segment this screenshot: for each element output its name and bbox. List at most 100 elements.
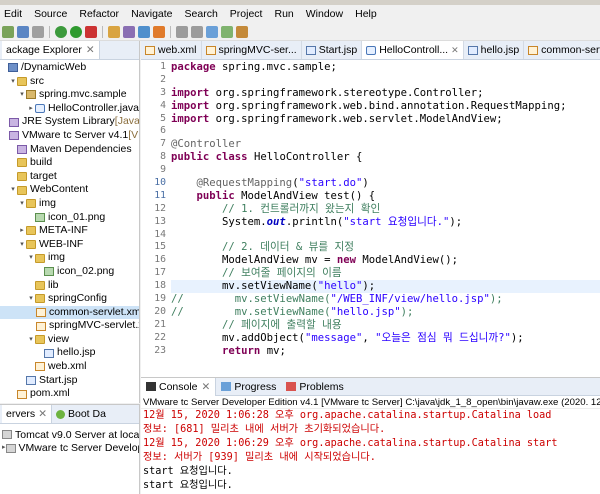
code-line[interactable]: mv.addObject("message", "오늘은 점심 뭐 드십니까?"… [171,332,600,345]
expand-arrow-icon[interactable]: ▾ [27,333,35,347]
editor-tab[interactable]: hello.jsp [464,41,525,59]
open-type-icon[interactable] [108,25,120,38]
code-area[interactable]: 1 2 3 4 5 6 7 8 9 10 11 12 13 14 15 16 17 18 19 20 21 22 23 pa… [141,61,600,377]
console-output[interactable]: 12월 15, 2020 1:06:28 오후 org.apache.catal… [141,409,600,493]
expand-arrow-icon[interactable]: ▾ [27,292,35,306]
tree-item[interactable]: hello.jsp [0,346,139,360]
tree-item[interactable]: ▾ spring.mvc.sample [0,88,139,102]
code-line[interactable]: public ModelAndView test() { [171,190,600,203]
tree-item[interactable]: lib [0,279,139,293]
boot-dashboard-tab[interactable]: Boot Da [52,408,106,420]
new-class-icon[interactable] [138,25,150,38]
code-lines[interactable]: package spring.mvc.sample; import org.spr… [171,61,600,357]
menu-help[interactable]: Help [355,8,377,20]
code-line[interactable]: import org.springframework.stereotype.Co… [171,87,600,100]
code-line[interactable]: System.out.println("start 요청입니다."); [171,216,600,229]
tree-item[interactable]: pom.xml [0,387,139,401]
code-line[interactable]: // mv.setViewName("hello.jsp"); [171,306,600,319]
code-line[interactable]: @RequestMapping("start.do") [171,177,600,190]
code-line[interactable]: public class HelloController { [171,151,600,164]
close-icon[interactable]: ✕ [86,44,95,56]
code-line[interactable]: // 1. 컨트롤러까지 왔는지 확인 [171,203,600,216]
code-line[interactable]: // mv.setViewName("/WEB_INF/view/hello.j… [171,293,600,306]
code-line[interactable]: return mv; [171,345,600,358]
tree-item[interactable]: ▾ springConfig [0,292,139,306]
print-icon[interactable] [32,25,44,38]
forward-icon[interactable] [191,25,203,38]
code-line[interactable] [171,229,600,242]
menu-project[interactable]: Project [230,8,263,20]
tree-item[interactable]: ▾ view [0,333,139,347]
code-line[interactable]: // 보여줄 페이지의 이름 [171,267,600,280]
editor-tab[interactable]: springMVC-ser... [202,41,302,59]
tree-item[interactable]: build [0,156,139,170]
tree-item[interactable]: target [0,170,139,184]
menu-window[interactable]: Window [306,8,343,20]
editor-tab[interactable]: common-servl... [524,41,600,59]
expand-arrow-icon[interactable]: ▸ [18,224,26,238]
server-row-vmware[interactable]: ▸VMware tc Server Developer Editio [S [2,442,139,456]
next-annotation-icon[interactable] [221,25,233,38]
problems-tab[interactable]: Problems [281,378,348,396]
editor-tab[interactable]: web.xml [141,41,202,59]
back-icon[interactable] [176,25,188,38]
code-line[interactable] [171,74,600,87]
code-line[interactable] [171,125,600,138]
save-icon[interactable] [17,25,29,38]
expand-arrow-icon[interactable]: ▾ [18,197,26,211]
code-line[interactable]: import org.springframework.web.bind.anno… [171,100,600,113]
close-icon[interactable]: ✕ [451,45,459,56]
pin-icon[interactable] [206,25,218,38]
tree-item[interactable]: /DynamicWeb [0,61,139,75]
expand-arrow-icon[interactable]: ▾ [9,75,17,89]
close-icon[interactable]: ✕ [202,381,211,393]
editor-tab[interactable]: HelloControll... ✕ [362,41,464,59]
code-line[interactable]: // 2. 데이터 & 뷰를 지정 [171,241,600,254]
tree-item[interactable]: ▾ WEB-INF [0,238,139,252]
tree-item[interactable]: web.xml [0,360,139,374]
tree-item[interactable]: Maven Dependencies [0,143,139,157]
tree-item[interactable]: ▾ WebContent [0,183,139,197]
code-line[interactable]: // 페이지에 출력할 내용 [171,319,600,332]
close-icon[interactable]: ✕ [38,408,47,420]
menu-source[interactable]: Source [34,8,67,20]
code-line[interactable]: import org.springframework.web.servlet.M… [171,113,600,126]
tree-item[interactable]: springMVC-servlet.x [0,319,139,333]
tree-item[interactable]: VMware tc Server v4.1 [VMw [0,129,139,143]
menu-navigate[interactable]: Navigate [131,8,172,20]
menu-refactor[interactable]: Refactor [79,8,119,20]
code-line[interactable]: mv.setViewName("hello"); [171,280,600,294]
debug-icon[interactable] [55,25,67,38]
tree-item[interactable]: JRE System Library [JavaSE-1. [0,115,139,129]
tree-item[interactable]: ▸ HelloController.java [0,102,139,116]
tree-item[interactable]: ▾ img [0,197,139,211]
servers-tab[interactable]: ervers ✕ [2,405,52,423]
menu-search[interactable]: Search [185,8,218,20]
tree-item[interactable]: icon_01.png [0,211,139,225]
console-tab[interactable]: Console ✕ [141,378,217,396]
search-icon[interactable] [123,25,135,38]
server-start-icon[interactable] [153,25,165,38]
code-line[interactable]: package spring.mvc.sample; [171,61,600,74]
tree-item[interactable]: common-servlet.xm [0,305,139,320]
code-line[interactable] [171,164,600,177]
package-explorer-tab[interactable]: ackage Explorer ✕ [2,41,100,59]
menu-run[interactable]: Run [274,8,293,20]
run-icon[interactable] [70,25,82,38]
progress-tab[interactable]: Progress [216,378,281,396]
code-line[interactable]: ModelAndView mv = new ModelAndView(); [171,254,600,267]
expand-arrow-icon[interactable]: ▾ [18,238,26,252]
previous-annotation-icon[interactable] [236,25,248,38]
tree-item[interactable]: Start.jsp [0,374,139,388]
code-line[interactable]: @Controller [171,138,600,151]
expand-arrow-icon[interactable]: ▾ [18,88,26,102]
expand-arrow-icon[interactable]: ▸ [27,102,35,116]
menu-edit[interactable]: Edit [4,8,22,20]
new-icon[interactable] [2,25,14,38]
tree-item[interactable]: ▸ META-INF [0,224,139,238]
stop-icon[interactable] [85,25,97,38]
expand-arrow-icon[interactable]: ▾ [27,251,35,265]
server-row-tomcat[interactable]: Tomcat v9.0 Server at localhost [2,428,139,442]
expand-arrow-icon[interactable]: ▾ [9,183,17,197]
tree-item[interactable]: ▾ src [0,75,139,89]
